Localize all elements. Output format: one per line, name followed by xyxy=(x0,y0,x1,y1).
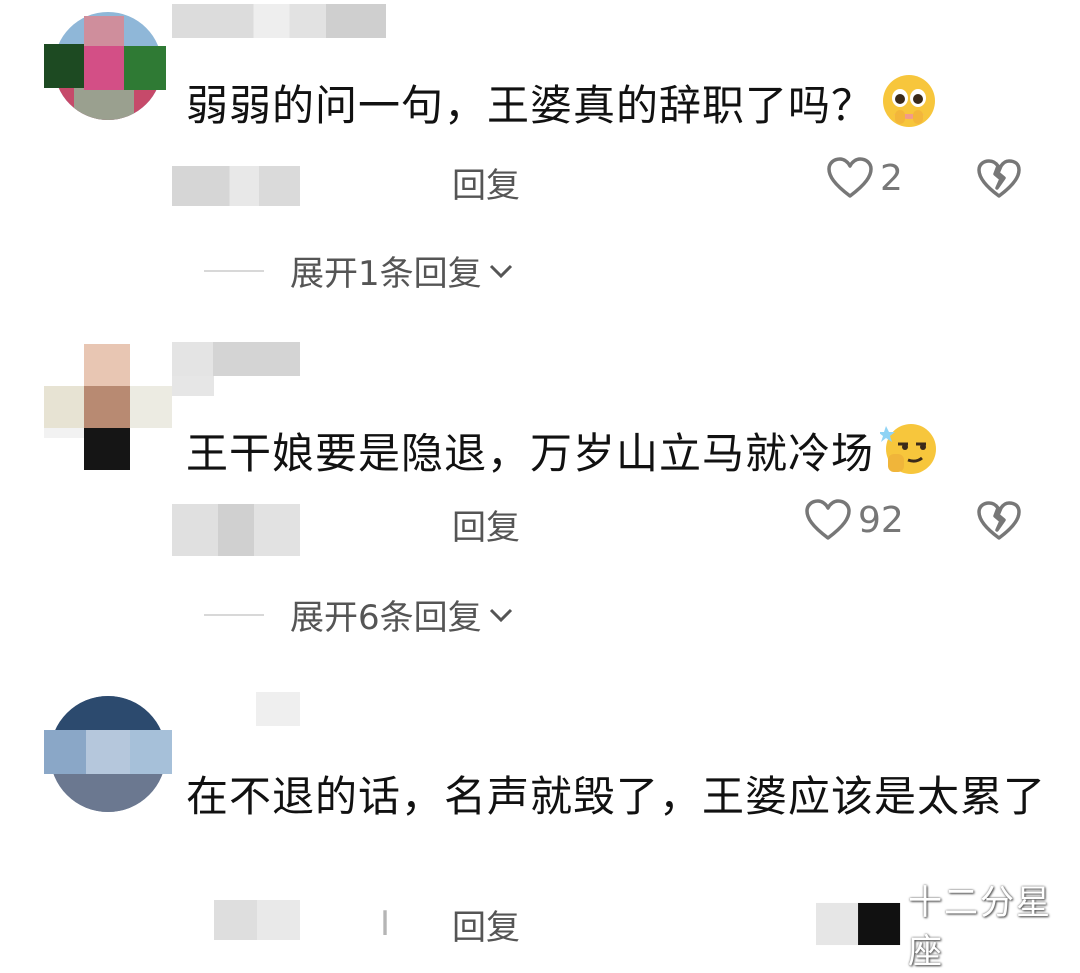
reply-button[interactable]: 回复 xyxy=(452,500,520,549)
heart-icon xyxy=(827,157,873,198)
avatar[interactable] xyxy=(44,690,172,818)
dislike-button[interactable] xyxy=(976,500,1022,546)
heart-icon xyxy=(805,499,851,540)
watermark-logo-icon xyxy=(816,902,901,946)
reply-button[interactable]: 回复 xyxy=(452,900,520,949)
comment-text: 王干娘要是隐退，万岁山立马就冷场 xyxy=(186,420,938,487)
expand-replies-label: 展开6条回复 xyxy=(290,598,482,638)
broken-heart-icon xyxy=(977,159,1021,198)
username-blurred xyxy=(172,376,214,396)
like-button[interactable]: 2 xyxy=(826,156,903,200)
pleading-face-emoji xyxy=(880,72,938,130)
comment-text-content: 王干娘要是隐退，万岁山立马就冷场 xyxy=(186,429,875,478)
watermark-text: 十二分星座 xyxy=(908,883,1052,972)
avatar[interactable] xyxy=(44,344,172,472)
location-text: I xyxy=(380,904,391,944)
expand-replies-label: 展开1条回复 xyxy=(290,254,482,294)
timestamp-blurred xyxy=(214,900,300,940)
chevron-down-icon xyxy=(489,264,512,278)
username-blurred[interactable] xyxy=(256,692,300,726)
dislike-button[interactable] xyxy=(976,158,1022,204)
username-blurred[interactable] xyxy=(172,342,300,376)
comment-text: 在不退的话，名声就毁了，王婆应该是太累了 xyxy=(186,764,1046,830)
divider-line xyxy=(204,269,264,272)
watermark: 十二分星座 xyxy=(816,883,1080,972)
broken-heart-icon xyxy=(977,501,1021,540)
like-count: 92 xyxy=(858,499,904,541)
smirking-face-emoji xyxy=(878,420,938,478)
like-button[interactable]: 92 xyxy=(804,498,904,542)
username-blurred[interactable] xyxy=(172,4,386,38)
divider-line xyxy=(204,613,264,616)
chevron-down-icon xyxy=(489,608,512,622)
comment-text-content: 在不退的话，名声就毁了，王婆应该是太累了 xyxy=(186,772,1047,821)
timestamp-blurred xyxy=(172,166,300,206)
like-count: 2 xyxy=(880,157,903,199)
avatar[interactable] xyxy=(44,6,172,134)
expand-replies-button[interactable]: 展开6条回复 xyxy=(204,590,516,639)
comment-text-content: 弱弱的问一句，王婆真的辞职了吗？ xyxy=(186,81,875,130)
comment-text: 弱弱的问一句，王婆真的辞职了吗？ xyxy=(186,72,938,139)
timestamp-blurred xyxy=(172,504,300,556)
reply-button[interactable]: 回复 xyxy=(452,158,520,207)
expand-replies-button[interactable]: 展开1条回复 xyxy=(204,246,516,295)
